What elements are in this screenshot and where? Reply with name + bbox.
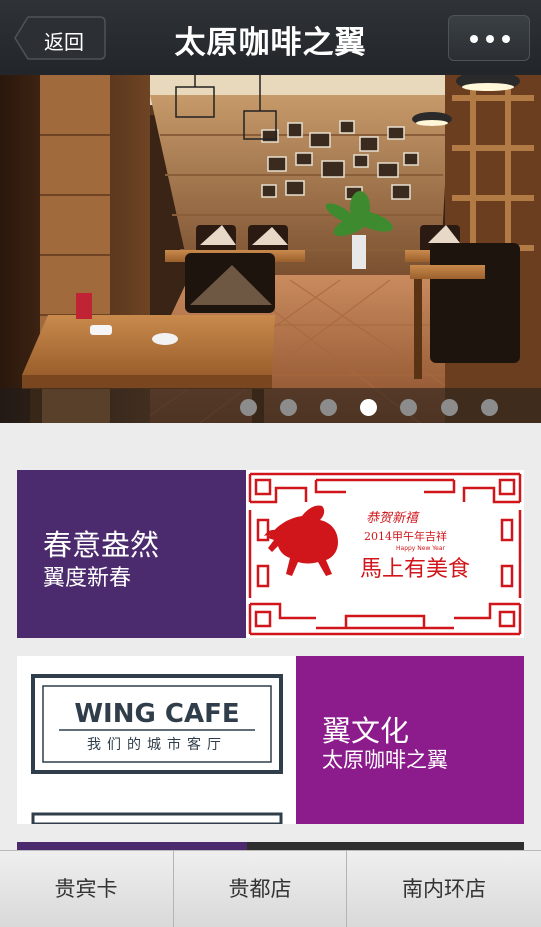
carousel-dot[interactable] [400,399,417,416]
logo-tagline: 我们的城市客厅 [87,736,227,753]
promo-card-culture[interactable]: WING CAFE 我们的城市客厅 翼文化 太原咖啡之翼 [17,656,524,824]
carousel-dot[interactable] [481,399,498,416]
tab-vip-card[interactable]: 贵宾卡 [0,851,172,927]
promo-card-spring[interactable]: 春意盎然 翼度新春 恭贺新禧 2014甲午年吉祥 Happy New Year … [17,470,524,638]
carousel-dot[interactable] [441,399,458,416]
more-button[interactable] [448,15,530,61]
back-button[interactable]: 返回 [14,16,106,60]
carousel-dot[interactable] [320,399,337,416]
new-year-poster: 恭贺新禧 2014甲午年吉祥 Happy New Year 馬上有美食 [246,470,524,638]
promo-card-subtitle: 翼度新春 [43,566,132,591]
cafe-interior-photo [0,75,541,423]
headline-text: 馬上有美食 [360,557,470,582]
promo-card-text-panel: 春意盎然 翼度新春 [17,470,247,638]
promo-card-text-panel: 翼文化 太原咖啡之翼 [296,656,524,824]
back-label: 返回 [44,30,84,54]
lattice-border-illustration: 恭贺新禧 2014甲午年吉祥 Happy New Year 馬上有美食 [246,470,524,638]
carousel-indicator [0,388,541,423]
promo-card-title: 春意盎然 [43,528,160,562]
hero-carousel[interactable] [0,75,541,423]
english-greeting-text: Happy New Year [396,545,445,552]
carousel-dot[interactable] [280,399,297,416]
wing-cafe-logo: WING CAFE 我们的城市客厅 [17,656,296,824]
tab-guidu-store[interactable]: 贵都店 [174,851,346,927]
tab-nanneihuan-store[interactable]: 南内环店 [347,851,541,927]
top-nav-bar: 返回 太原咖啡之翼 [0,0,541,75]
greeting-text: 恭贺新禧 [366,511,420,526]
carousel-dot[interactable] [240,399,257,416]
carousel-dot-active[interactable] [360,399,377,416]
bottom-tab-bar: 贵宾卡 贵都店 南内环店 [0,850,541,927]
wing-cafe-logo-art: WING CAFE 我们的城市客厅 [17,656,296,824]
logo-text: WING CAFE [74,699,239,729]
year-line-text: 2014甲午年吉祥 [364,529,447,543]
promo-card-subtitle: 太原咖啡之翼 [322,748,448,772]
page-title: 太原咖啡之翼 [174,25,367,61]
